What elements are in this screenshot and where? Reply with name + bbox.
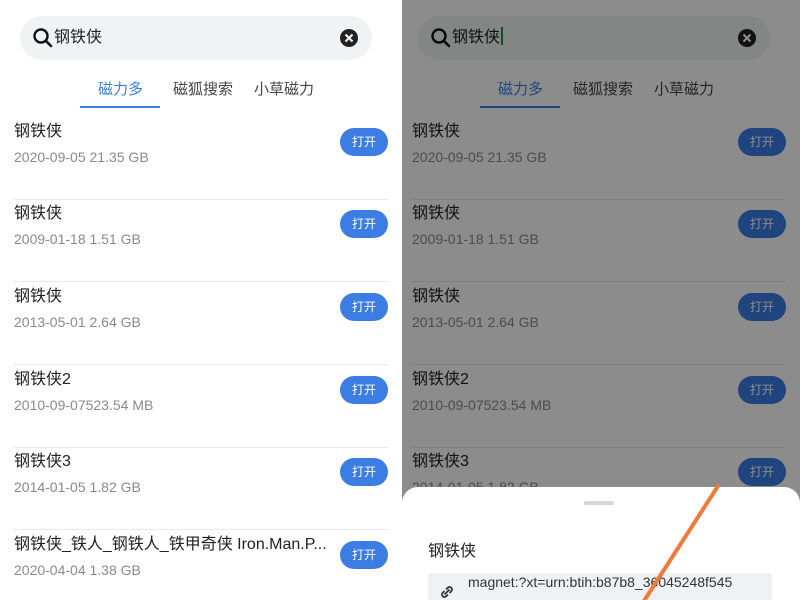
result-row[interactable]: 钢铁侠 2009-01-18 1.51 GB 打开	[14, 200, 388, 282]
open-button[interactable]: 打开	[340, 541, 388, 569]
result-title: 钢铁侠2	[14, 371, 71, 388]
result-meta: 2013-05-01 2.64 GB	[14, 314, 141, 330]
result-meta: 2020-09-05 21.35 GB	[14, 149, 149, 165]
result-meta: 2020-04-04 1.38 GB	[14, 562, 141, 578]
open-button[interactable]: 打开	[340, 128, 388, 156]
result-meta: 2010-09-07523.54 MB	[14, 397, 154, 413]
tab-xiaocao-cili[interactable]: 小草磁力	[254, 76, 314, 104]
result-title: 钢铁侠_铁人_钢铁人_铁甲奇侠 Iron.Man.P...	[14, 536, 327, 553]
screen-results-with-sheet: 钢铁侠 磁力多 磁狐搜索 小草磁力 钢铁侠 2020-09-05 21.35 G…	[402, 0, 800, 600]
tab-ciliduo[interactable]: 磁力多	[98, 76, 143, 104]
open-button[interactable]: 打开	[340, 376, 388, 404]
link-icon	[438, 583, 456, 600]
search-bar[interactable]: 钢铁侠	[20, 16, 372, 60]
result-meta: 2014-01-05 1.82 GB	[14, 479, 141, 495]
result-title: 钢铁侠	[14, 123, 63, 140]
search-icon	[32, 27, 54, 49]
annotation-arrow	[642, 484, 720, 600]
result-title: 钢铁侠3	[14, 453, 71, 470]
sheet-title: 钢铁侠	[428, 543, 477, 560]
search-input[interactable]: 钢铁侠	[54, 27, 102, 49]
bottom-sheet: 钢铁侠 magnet:?xt=urn:btih:b87b8_36045248f5…	[402, 487, 800, 600]
result-row[interactable]: 钢铁侠 2020-09-05 21.35 GB 打开	[14, 118, 388, 200]
sheet-drag-handle[interactable]	[584, 501, 614, 505]
screen-results: 钢铁侠 磁力多 磁狐搜索 小草磁力 钢铁侠 2020-09-05 21.35 G…	[0, 0, 400, 600]
result-row[interactable]: 钢铁侠3 2014-01-05 1.82 GB 打开	[14, 448, 388, 530]
open-button[interactable]: 打开	[340, 293, 388, 321]
result-row[interactable]: 钢铁侠 2013-05-01 2.64 GB 打开	[14, 283, 388, 365]
tab-cihu-search[interactable]: 磁狐搜索	[173, 76, 233, 104]
active-tab-indicator	[80, 106, 160, 108]
result-meta: 2009-01-18 1.51 GB	[14, 231, 141, 247]
result-title: 钢铁侠	[14, 205, 63, 222]
clear-icon[interactable]	[340, 29, 358, 47]
result-row[interactable]: 钢铁侠_铁人_钢铁人_铁甲奇侠 Iron.Man.P... 2020-04-04…	[14, 531, 388, 600]
result-row[interactable]: 钢铁侠2 2010-09-07523.54 MB 打开	[14, 366, 388, 448]
result-title: 钢铁侠	[14, 288, 63, 305]
open-button[interactable]: 打开	[340, 210, 388, 238]
open-button[interactable]: 打开	[340, 458, 388, 486]
